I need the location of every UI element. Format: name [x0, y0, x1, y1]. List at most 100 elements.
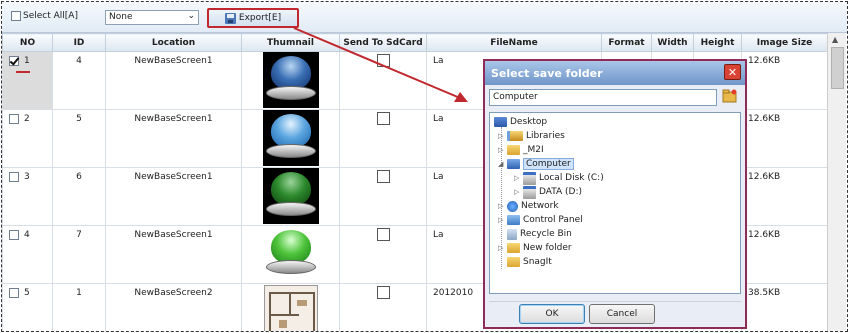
send-to-sdcard-checkbox[interactable]: [376, 286, 390, 299]
thumbnail-image: [262, 110, 319, 166]
row-image-size: 12.6KB: [741, 109, 828, 168]
row-thumbnail: [241, 51, 340, 110]
row-no-cell[interactable]: 3: [2, 167, 53, 226]
scroll-up-icon[interactable]: ▲: [832, 35, 838, 44]
recycle-bin-icon: [507, 228, 517, 240]
floor-plan-thumbnail: [263, 285, 318, 331]
drive-icon: [523, 185, 536, 199]
local-disk-icon: [523, 171, 536, 185]
select-save-folder-dialog: Select save folder ✕ Computer Desktop ▷ …: [483, 59, 747, 329]
thumbnail-image: [262, 52, 319, 108]
send-to-sdcard-checkbox[interactable]: [376, 112, 390, 125]
row-checkbox[interactable]: [9, 288, 19, 298]
cancel-button[interactable]: Cancel: [589, 304, 655, 324]
control-panel-icon: [507, 215, 520, 225]
network-icon: [507, 200, 518, 212]
column-header-no[interactable]: NO: [2, 33, 53, 52]
send-to-sdcard-checkbox[interactable]: [376, 54, 390, 67]
row-image-size: 38.5KB: [741, 283, 828, 331]
libraries-icon: [507, 131, 523, 141]
main-window: Select All[A] None ⌄ Export[E] NO ID Loc…: [1, 1, 848, 332]
row-id: 5: [52, 109, 106, 168]
row-send-to-sdcard[interactable]: [339, 225, 427, 284]
row-id: 7: [52, 225, 106, 284]
thumbnail-image: [263, 226, 319, 282]
toolbar: Select All[A] None ⌄ Export[E]: [2, 2, 847, 33]
vertical-scrollbar[interactable]: ▲: [827, 33, 846, 331]
tree-node-local-disk[interactable]: ▷ Local Disk (C:): [514, 171, 604, 185]
tree-node-snagit[interactable]: SnagIt: [507, 256, 552, 268]
row-send-to-sdcard[interactable]: [339, 167, 427, 226]
row-location: NewBaseScreen1: [105, 109, 242, 168]
tree-node-libraries[interactable]: ▷ Libraries: [498, 130, 565, 142]
tree-node-m2i[interactable]: ▷ _M2I: [498, 144, 544, 156]
row-number: 2: [24, 114, 30, 124]
close-button[interactable]: ✕: [724, 64, 741, 80]
column-header-send-to-sdcard[interactable]: Send To SdCard: [339, 33, 427, 52]
column-header-image-size[interactable]: Image Size: [741, 33, 828, 52]
new-folder-icon[interactable]: [722, 89, 738, 103]
column-header-id[interactable]: ID: [52, 33, 106, 52]
tree-node-recycle-bin[interactable]: Recycle Bin: [507, 228, 572, 240]
tree-node-new-folder[interactable]: ▷ New folder: [498, 242, 572, 254]
row-no-cell[interactable]: 4: [2, 225, 53, 284]
column-header-width[interactable]: Width: [651, 33, 694, 52]
folder-path-input[interactable]: Computer: [489, 89, 717, 106]
row-no-cell[interactable]: 1: [2, 51, 53, 110]
selection-underline: [16, 71, 30, 73]
select-all-checkbox[interactable]: [11, 11, 21, 21]
select-all-control[interactable]: Select All[A]: [11, 11, 78, 21]
folder-tree[interactable]: Desktop ▷ Libraries ▷ _M2I ◢ Computer ▷ …: [489, 112, 741, 294]
row-id: 4: [52, 51, 106, 110]
row-number: 5: [24, 288, 30, 298]
tree-node-data-disk[interactable]: ▷ DATA (D:): [514, 185, 582, 199]
column-header-filename[interactable]: FileName: [426, 33, 602, 52]
row-thumbnail: [241, 225, 340, 284]
close-icon: ✕: [727, 65, 738, 79]
scrollbar-thumb[interactable]: [831, 47, 844, 89]
desktop-icon: [494, 117, 507, 127]
expand-icon[interactable]: ▷: [514, 174, 520, 182]
expand-icon[interactable]: ▷: [498, 132, 504, 140]
row-send-to-sdcard[interactable]: [339, 109, 427, 168]
row-checkbox[interactable]: [9, 114, 19, 124]
column-header-format[interactable]: Format: [601, 33, 652, 52]
row-thumbnail: [241, 109, 340, 168]
row-number: 4: [24, 230, 30, 240]
expand-icon[interactable]: ▷: [498, 244, 504, 252]
column-header-thumbnail[interactable]: Thumnail: [241, 33, 340, 52]
column-header-height[interactable]: Height: [693, 33, 742, 52]
row-thumbnail: [241, 167, 340, 226]
expand-icon[interactable]: ▷: [498, 202, 504, 210]
row-location: NewBaseScreen1: [105, 167, 242, 226]
tree-node-control-panel[interactable]: ▷ Control Panel: [498, 214, 583, 226]
filter-dropdown[interactable]: None ⌄: [105, 10, 199, 25]
row-send-to-sdcard[interactable]: [339, 283, 427, 331]
column-header-location[interactable]: Location: [105, 33, 242, 52]
send-to-sdcard-checkbox[interactable]: [376, 228, 390, 241]
row-checkbox[interactable]: [9, 56, 19, 66]
row-id: 6: [52, 167, 106, 226]
folder-icon: [507, 243, 520, 253]
row-checkbox[interactable]: [9, 172, 19, 182]
floppy-disk-icon: [224, 12, 236, 24]
row-number: 1: [24, 56, 30, 66]
row-no-cell[interactable]: 2: [2, 109, 53, 168]
ok-button[interactable]: OK: [519, 304, 585, 324]
export-button[interactable]: Export[E]: [207, 8, 299, 28]
expand-icon[interactable]: ▷: [498, 216, 504, 224]
tree-node-computer[interactable]: ◢ Computer: [498, 158, 574, 170]
collapse-icon[interactable]: ◢: [498, 160, 504, 168]
tree-node-desktop[interactable]: Desktop: [494, 116, 547, 128]
row-no-cell[interactable]: 5: [2, 283, 53, 331]
chevron-down-icon: ⌄: [187, 11, 195, 21]
expand-icon[interactable]: ▷: [498, 146, 504, 154]
dialog-title-bar[interactable]: Select save folder ✕: [485, 61, 745, 85]
row-id: 1: [52, 283, 106, 331]
row-number: 3: [24, 172, 30, 182]
tree-node-network[interactable]: ▷ Network: [498, 200, 559, 212]
expand-icon[interactable]: ▷: [514, 188, 520, 196]
row-send-to-sdcard[interactable]: [339, 51, 427, 110]
send-to-sdcard-checkbox[interactable]: [376, 170, 390, 183]
row-checkbox[interactable]: [9, 230, 19, 240]
